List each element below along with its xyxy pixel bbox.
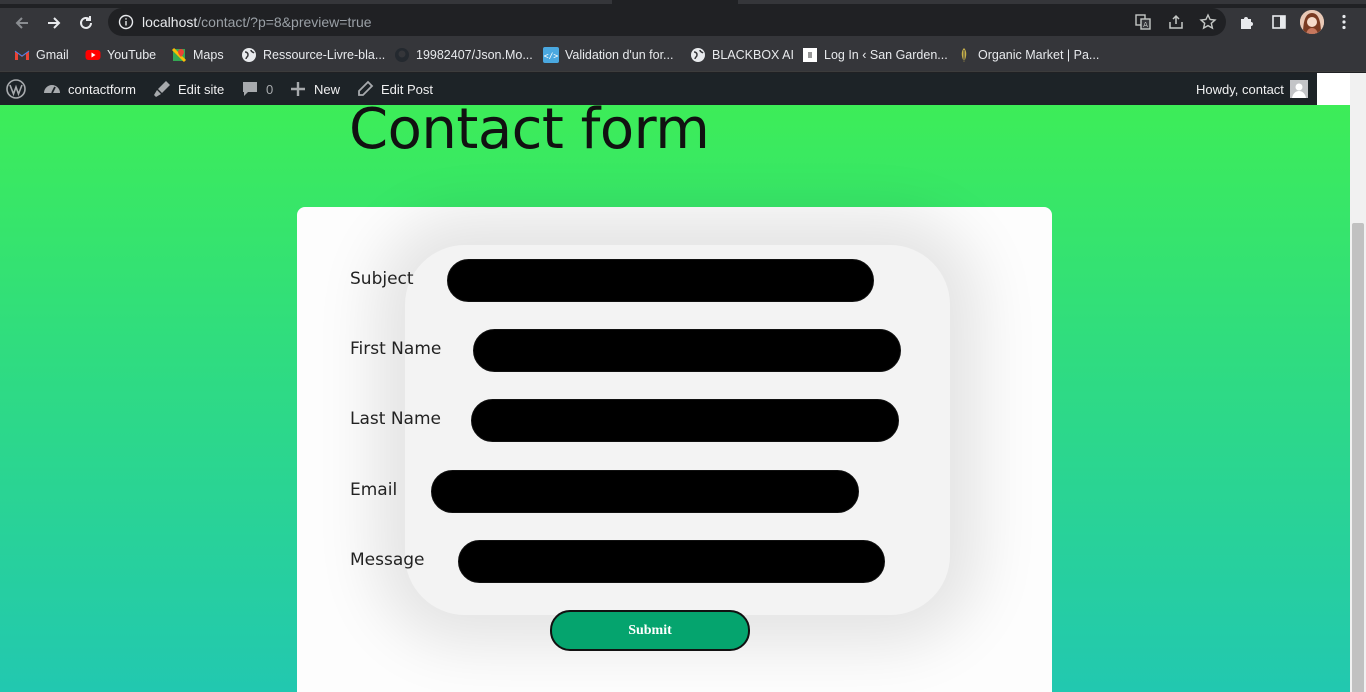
- admin-bar-gap: [1317, 73, 1350, 105]
- wp-logo-button[interactable]: [6, 73, 26, 105]
- browser-menu-button[interactable]: [1334, 12, 1354, 32]
- browser-toolbar: localhost/contact/?p=8&preview=true A: [0, 8, 1366, 38]
- bookmark-gmail[interactable]: Gmail: [14, 46, 69, 64]
- gmail-icon: [14, 50, 30, 60]
- my-account-menu[interactable]: Howdy, contact: [1196, 73, 1308, 105]
- forward-arrow-icon: [48, 17, 61, 29]
- share-icon[interactable]: [1167, 13, 1185, 31]
- bookmark-organic[interactable]: Organic Market | Pa...: [956, 46, 1099, 64]
- bookmark-validation[interactable]: </> Validation d'un for...: [543, 46, 673, 64]
- translate-icon[interactable]: A: [1134, 13, 1152, 31]
- email-input[interactable]: [431, 470, 859, 513]
- extensions-button[interactable]: [1237, 12, 1257, 32]
- bookmark-label: Organic Market | Pa...: [978, 48, 1100, 62]
- scrollbar-thumb[interactable]: [1352, 223, 1364, 692]
- globe-icon: [691, 48, 705, 62]
- edit-post-link[interactable]: Edit Post: [355, 73, 433, 105]
- bookmark-label: Ressource-Livre-bla...: [263, 48, 386, 62]
- dashboard-icon: [44, 85, 60, 94]
- kebab-menu-icon: [1342, 14, 1346, 30]
- back-arrow-icon: [15, 17, 28, 29]
- comments-count: 0: [266, 81, 274, 97]
- edit-site-label: Edit site: [178, 81, 225, 97]
- bookmark-label: Gmail: [36, 48, 69, 62]
- pencil-icon: [358, 80, 374, 96]
- message-input[interactable]: [458, 540, 885, 583]
- site-info-icon[interactable]: [118, 14, 134, 30]
- plus-icon: [291, 82, 305, 96]
- bookmark-label: BLACKBOX AI: [712, 48, 794, 62]
- globe-icon: [242, 48, 256, 62]
- new-content-menu[interactable]: New: [288, 73, 340, 105]
- url-host: localhost: [142, 14, 198, 30]
- bookmarks-bar: Gmail YouTube Maps Ressource-Livre-bla..…: [0, 38, 1366, 72]
- bookmark-label: Maps: [193, 48, 224, 62]
- side-panel-icon: [1272, 15, 1286, 29]
- site-name-menu[interactable]: contactform: [42, 73, 136, 105]
- puzzle-icon: [1241, 17, 1253, 29]
- bookmark-github[interactable]: 19982407/Json.Mo...: [394, 46, 533, 64]
- bookmark-youtube[interactable]: YouTube: [85, 46, 156, 64]
- url-path: /contact/?p=8&preview=true: [197, 14, 372, 30]
- svg-text:</>: </>: [544, 52, 559, 61]
- bookmark-label: 19982407/Json.Mo...: [416, 48, 533, 62]
- leaf-icon: [961, 48, 967, 62]
- back-button[interactable]: [10, 11, 34, 35]
- bookmark-maps[interactable]: Maps: [171, 46, 224, 64]
- youtube-icon: [85, 50, 101, 60]
- comments-link[interactable]: 0: [240, 73, 273, 105]
- tab-right[interactable]: [738, 0, 1366, 4]
- side-panel-button[interactable]: [1269, 12, 1289, 32]
- maps-icon: [171, 47, 187, 63]
- subject-input[interactable]: [447, 259, 874, 302]
- last-name-input[interactable]: [471, 399, 899, 442]
- bookmark-ressource[interactable]: Ressource-Livre-bla...: [241, 46, 385, 64]
- profile-avatar-icon: [1300, 10, 1324, 34]
- bookmark-blackbox[interactable]: BLACKBOX AI: [690, 46, 794, 64]
- svg-text:A: A: [1143, 21, 1148, 29]
- site-name-label: contactform: [68, 81, 136, 97]
- new-label: New: [314, 81, 341, 97]
- contact-form-card: Subject First Name Last Name Email Messa…: [297, 207, 1052, 692]
- submit-button[interactable]: Submit: [550, 610, 750, 651]
- github-icon: [395, 48, 409, 62]
- reload-button[interactable]: [74, 11, 98, 35]
- email-label: Email: [350, 480, 398, 500]
- address-url[interactable]: localhost/contact/?p=8&preview=true: [142, 14, 372, 30]
- code-icon: </>: [543, 47, 559, 63]
- edit-post-label: Edit Post: [381, 81, 434, 97]
- tab-left[interactable]: [0, 0, 612, 4]
- first-name-input[interactable]: [473, 329, 901, 372]
- last-name-label: Last Name: [350, 409, 441, 429]
- bookmark-login[interactable]: Log In ‹ San Garden...: [802, 46, 948, 64]
- wp-admin-bar: contactform Edit site 0 New Edit Post Ho…: [0, 73, 1317, 105]
- subject-label: Subject: [350, 269, 414, 289]
- edit-site-link[interactable]: Edit site: [152, 73, 224, 105]
- howdy-label: Howdy, contact: [1196, 81, 1284, 97]
- comment-icon: [243, 82, 257, 96]
- reload-icon: [80, 16, 92, 29]
- bookmark-label: YouTube: [107, 48, 157, 62]
- profile-avatar[interactable]: [1300, 10, 1324, 34]
- message-label: Message: [350, 550, 425, 570]
- page-title: Contact form: [349, 105, 710, 162]
- address-bar[interactable]: localhost/contact/?p=8&preview=true A: [108, 8, 1226, 36]
- bookmark-star-icon[interactable]: [1199, 13, 1217, 31]
- user-avatar-icon: [1289, 80, 1308, 98]
- forward-button[interactable]: [42, 11, 66, 35]
- page-icon: [803, 48, 817, 62]
- page-content: Contact form Subject First Name Last Nam…: [0, 105, 1350, 692]
- wordpress-icon: [6, 79, 26, 99]
- first-name-label: First Name: [350, 339, 442, 359]
- tab-strip: [0, 0, 1366, 8]
- brush-icon: [154, 81, 170, 97]
- bookmark-label: Validation d'un for...: [565, 48, 674, 62]
- bookmark-label: Log In ‹ San Garden...: [824, 48, 948, 62]
- page-scrollbar[interactable]: [1350, 73, 1366, 692]
